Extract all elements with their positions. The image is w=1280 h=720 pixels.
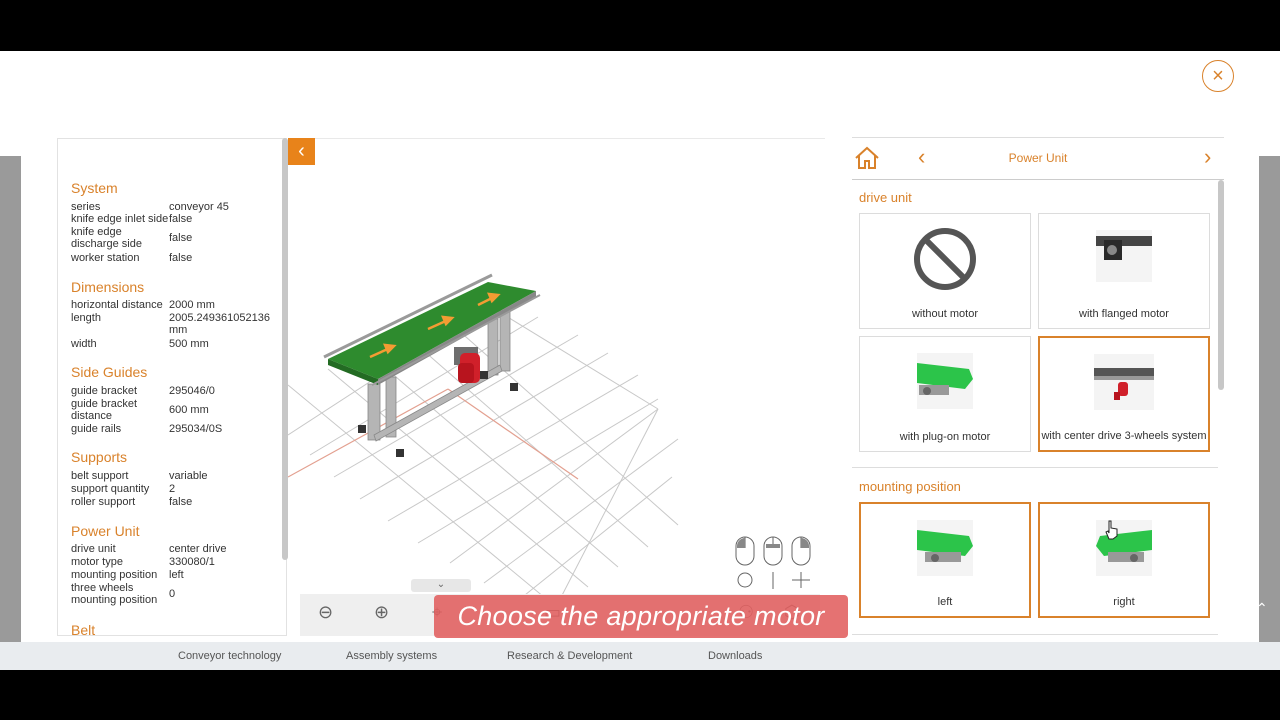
row-value: 2 [169,483,176,495]
row-key: support quantity [71,483,150,495]
collapse-panel-button[interactable]: ‹ [288,138,315,165]
option-label: right [1113,596,1135,608]
option-without-motor[interactable]: without motor [859,213,1031,329]
row-key: knife edge inlet side [71,213,169,225]
row-key: roller support [71,496,136,508]
option-label: with plug-on motor [899,431,991,443]
option-plug-on-motor[interactable]: with plug-on motor [859,336,1031,452]
row-value: 500 mm [169,338,209,350]
double-chevron-down-icon: ⌄ [436,579,446,590]
row-key: guide rails [71,423,122,435]
row-key: belt support [71,470,129,482]
row-key: width [71,338,97,350]
step-navigation: ‹ Power Unit › [852,138,1224,180]
row-value: false [169,213,193,225]
motor-assembly [454,347,480,383]
option-label: without motor [911,308,979,320]
row-key: guide bracket [71,385,138,397]
row-value: 0 [169,588,176,600]
mounting-left-image [917,520,973,576]
option-label: with center drive 3-wheels system [1041,430,1207,442]
row-key: three wheels mounting position [71,582,158,606]
options-scrollbar[interactable] [1218,180,1224,390]
option-mounting-left[interactable]: left [859,502,1031,618]
row-key: worker station [71,252,140,264]
mouse-controls-hint [735,536,811,589]
row-value: center drive [169,543,227,555]
mouse-cursor-icon [1105,520,1118,540]
section-title-system: System [71,180,118,196]
flanged-motor-image [1096,230,1152,282]
row-value: left [169,569,184,581]
row-value: false [169,496,193,508]
next-step-button[interactable]: › [1204,144,1211,170]
option-label: with flanged motor [1079,308,1169,320]
option-mounting-right[interactable]: right [1038,502,1210,618]
close-button[interactable]: × [1202,60,1234,92]
row-value: 295034/0S [169,423,223,435]
row-key: knife edge discharge side [71,226,142,250]
row-value: 295046/0 [169,385,215,397]
row-value: 330080/1 [169,556,215,568]
chevron-up-icon[interactable]: ⌃ [1256,600,1268,617]
option-center-drive-3-wheels[interactable]: with center drive 3-wheels system [1038,336,1210,452]
footer-link-downloads[interactable]: Downloads [708,650,762,662]
row-value: 2000 mm [169,299,215,311]
configuration-summary: System series conveyor 45 knife edge inle… [57,138,287,636]
section-title-side-guides: Side Guides [71,364,148,380]
row-value: false [169,252,193,264]
row-value: conveyor 45 [169,201,229,213]
plug-on-motor-image [917,353,973,409]
row-value: 600 mm [169,404,209,416]
group-divider [852,634,1218,635]
mounting-right-image [1096,520,1152,576]
group-title-mounting-position: mounting position [859,479,961,494]
group-divider [852,467,1218,468]
row-key: drive unit [71,543,116,555]
section-title-supports: Supports [71,449,128,465]
no-entry-icon [914,228,976,290]
step-title: Power Unit [1008,151,1068,165]
configuration-panel: ‹ Power Unit › drive unit without motor … [852,137,1224,635]
row-key: horizontal distance [71,299,163,311]
section-title-dimensions: Dimensions [71,279,145,295]
zoom-out-icon[interactable]: ⊖ [318,602,333,623]
row-value: false [169,232,193,244]
zoom-in-icon[interactable]: ⊕ [374,602,389,623]
footer-link-research[interactable]: Research & Development [507,650,632,662]
row-key: series [71,201,101,213]
video-caption: Choose the appropriate motor [434,595,848,638]
section-title-power-unit: Power Unit [71,523,140,539]
row-value: 2005.249361052136 mm [169,312,270,336]
footer-link-assembly[interactable]: Assembly systems [346,650,437,662]
group-title-drive-unit: drive unit [859,190,912,205]
option-label: left [937,596,953,608]
option-flanged-motor[interactable]: with flanged motor [1038,213,1210,329]
row-key: guide bracket distance [71,398,138,422]
expand-toolbar-handle[interactable]: ⌄ [411,579,471,592]
section-title-belt: Belt [71,622,96,636]
row-value: variable [169,470,208,482]
chevron-left-icon: ‹ [298,140,305,162]
center-drive-image [1094,354,1154,410]
row-key: mounting position [71,569,158,581]
row-key: length [71,312,101,324]
footer-link-conveyor[interactable]: Conveyor technology [178,650,281,662]
row-key: motor type [71,556,123,568]
